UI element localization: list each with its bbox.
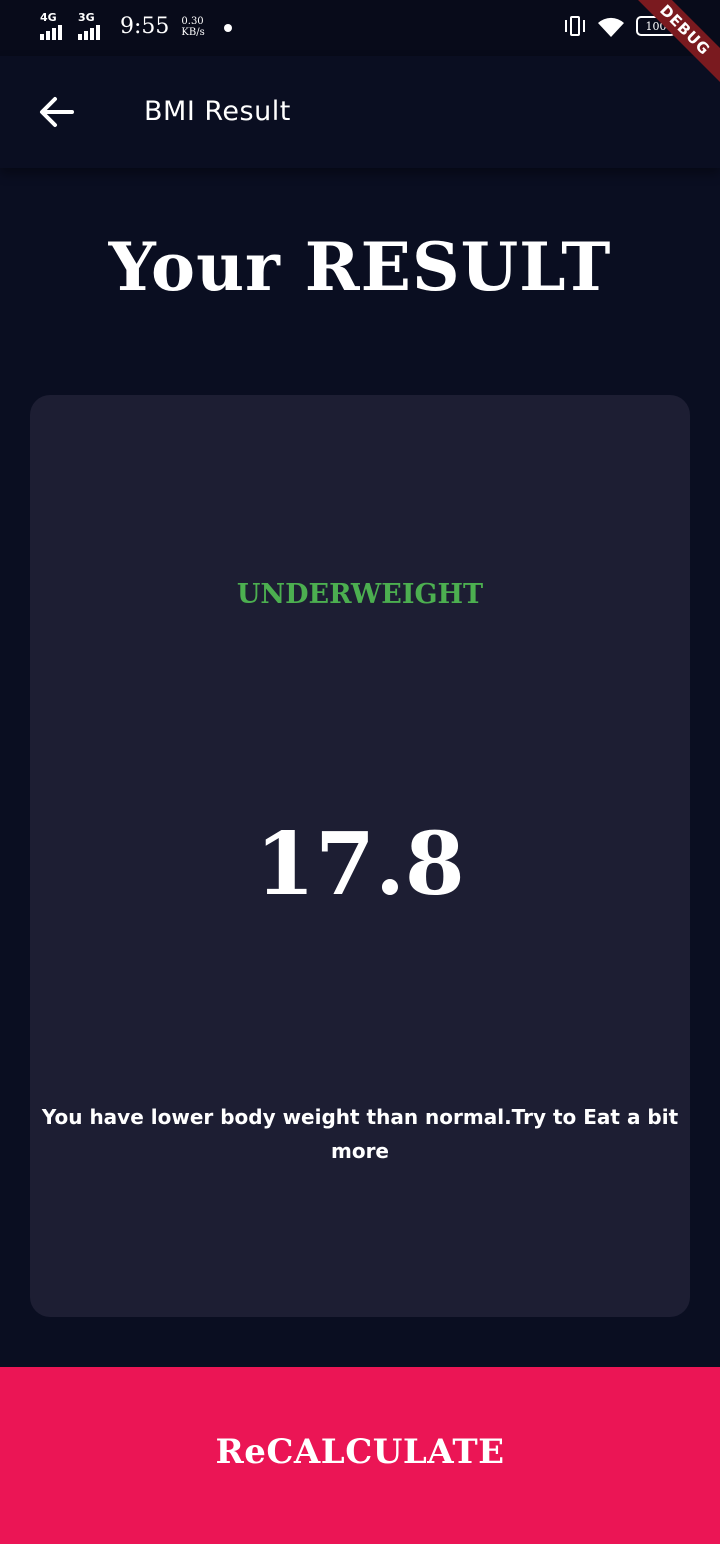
signal-3g: 3G <box>78 12 110 40</box>
speed-unit: KB/s <box>181 27 205 38</box>
back-button[interactable] <box>32 92 80 132</box>
recalculate-button-label: ReCALCULATE <box>215 1431 505 1472</box>
network-type-label: 4G <box>40 11 57 24</box>
speed-value: 0.30 <box>181 16 204 27</box>
bmi-value: 17.8 <box>255 814 465 915</box>
screen: 4G 3G 9:55 0.30 KB/s 100 DEBUG BMI Resul… <box>0 0 720 1544</box>
status-bar: 4G 3G 9:55 0.30 KB/s 100 <box>0 0 720 56</box>
signal-4g: 4G <box>40 12 72 40</box>
app-bar-title: BMI Result <box>144 96 291 127</box>
recalculate-button[interactable]: ReCALCULATE <box>0 1367 720 1544</box>
network-speed: 0.30 KB/s <box>181 16 204 38</box>
arrow-back-icon <box>40 97 74 127</box>
signal-bars-icon <box>40 25 62 40</box>
network-type-label: 3G <box>78 11 95 24</box>
bmi-status-label: UNDERWEIGHT <box>236 579 484 610</box>
bmi-advice-text: You have lower body weight than normal.T… <box>41 1105 679 1163</box>
status-left: 4G 3G 9:55 0.30 KB/s <box>40 12 205 42</box>
app-bar: BMI Result <box>0 56 720 168</box>
vibrate-icon <box>564 14 586 40</box>
clock: 9:55 <box>120 14 170 39</box>
notification-dot-icon <box>224 24 232 32</box>
result-card: UNDERWEIGHT 17.8 You have lower body wei… <box>30 395 690 1317</box>
signal-bars-icon <box>78 25 100 40</box>
wifi-icon <box>596 15 626 39</box>
page-title: Your RESULT <box>108 228 612 306</box>
